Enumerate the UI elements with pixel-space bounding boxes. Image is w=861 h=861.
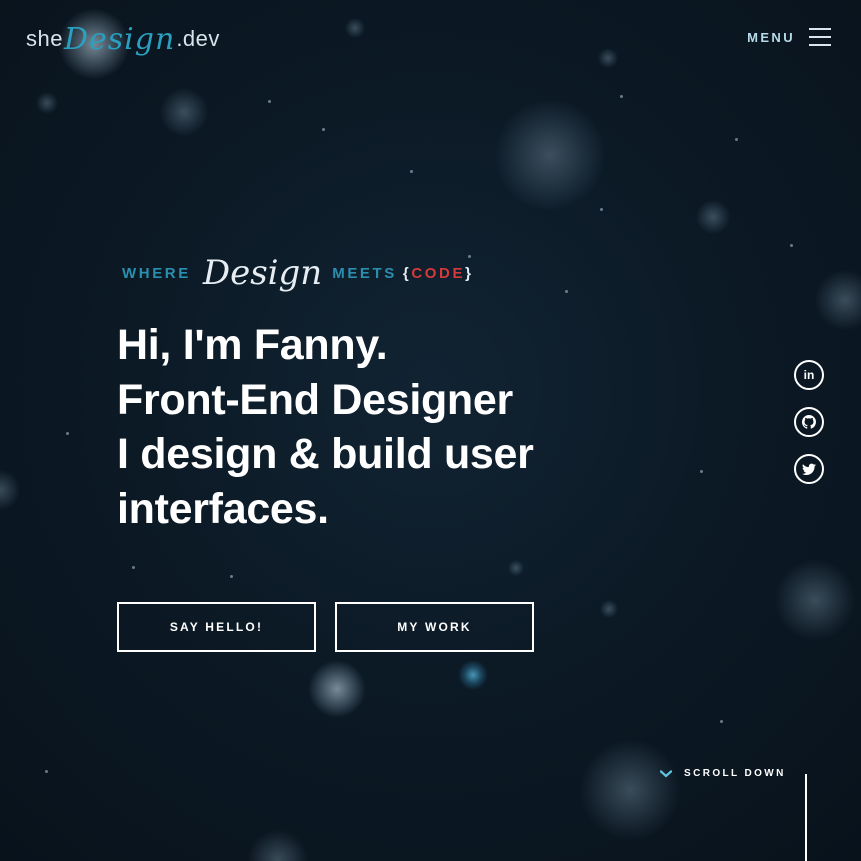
- scroll-indicator-line: [805, 774, 807, 861]
- headline-line: I design & build user: [117, 430, 534, 478]
- tagline-where: WHERE: [122, 264, 191, 282]
- menu-label: MENU: [747, 29, 795, 45]
- logo-suffix: .dev: [176, 26, 220, 51]
- chevron-down-icon: [660, 769, 672, 777]
- page: she Design .dev MENU WHERE Design MEETS …: [0, 0, 861, 861]
- twitter-icon: [802, 463, 816, 475]
- headline-line: interfaces.: [117, 484, 329, 533]
- say-hello-button[interactable]: SAY HELLO!: [117, 602, 316, 652]
- menu-button[interactable]: MENU: [747, 27, 831, 47]
- tagline: WHERE Design MEETS { CODE }: [122, 248, 474, 298]
- logo-script-word: Design: [63, 21, 176, 57]
- linkedin-icon: in: [803, 367, 815, 382]
- tagline-code: CODE: [411, 264, 466, 282]
- tagline-design: Design: [202, 253, 323, 293]
- scroll-down-link[interactable]: SCROLL DOWN: [660, 768, 786, 779]
- github-icon: [802, 415, 816, 429]
- headline-line: Hi, I'm Fanny.: [117, 321, 388, 369]
- tagline-brace-close: }: [465, 264, 474, 282]
- logo-prefix: she: [26, 26, 63, 51]
- tagline-brace-open: {: [402, 264, 412, 282]
- tagline-meets: MEETS: [332, 264, 397, 282]
- twitter-link[interactable]: [794, 454, 824, 484]
- scroll-down-label: SCROLL DOWN: [684, 768, 786, 779]
- hero-headline: Hi, I'm Fanny. Front-End Designer I desi…: [117, 318, 557, 536]
- my-work-button[interactable]: MY WORK: [335, 602, 534, 652]
- linkedin-link[interactable]: in: [794, 360, 824, 390]
- github-link[interactable]: [794, 407, 824, 437]
- hamburger-icon: [809, 27, 831, 47]
- headline-line: Front-End Designer: [117, 375, 513, 424]
- site-logo[interactable]: she Design .dev: [26, 14, 220, 64]
